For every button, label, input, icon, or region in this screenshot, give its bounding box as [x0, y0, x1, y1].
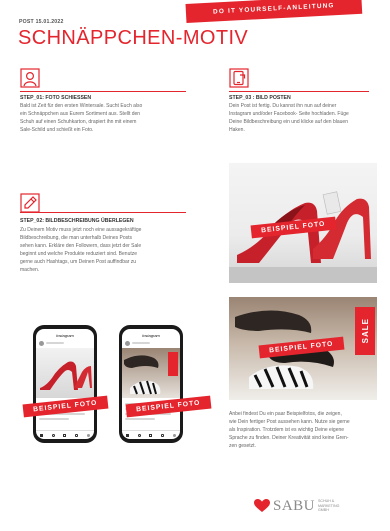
- ig-nav-bar: [122, 430, 180, 439]
- post-photo-1: [36, 348, 94, 398]
- phone-mockup-1: Instagram: [33, 325, 97, 443]
- search-icon[interactable]: [137, 433, 141, 437]
- step-2-body: Zu Deinem Motiv muss jetzt noch eine aus…: [20, 226, 190, 274]
- instagram-title: Instagram: [142, 333, 160, 338]
- ig-row: [125, 418, 155, 420]
- phone-mockup-2: Instagram: [119, 325, 183, 443]
- category-banner: DO IT YOURSELF-ANLEITUNG: [185, 0, 363, 23]
- post-photo-sale-shoes: [124, 352, 178, 395]
- category-banner-text: DO IT YOURSELF-ANLEITUNG: [212, 2, 335, 16]
- footer-text: Anbei findest Du ein paar Beispielfotos,…: [229, 410, 374, 450]
- step-3-line: Instagram und/oder Facebook- Seite hochl…: [229, 111, 349, 117]
- step-2-heading: STEP_02: BILDBESCHREIBUNG ÜBERLEGEN: [20, 218, 134, 224]
- profile-avatar: [39, 341, 44, 346]
- step-1-line: ein Schnäppchen aus Eurem Sortiment aus.…: [20, 111, 141, 117]
- home-icon[interactable]: [40, 433, 44, 437]
- step-1-heading: STEP_01: FOTO SCHIESSEN: [20, 95, 92, 101]
- post-photo-2: [122, 348, 180, 398]
- step-1-line: Bald ist Zeit für den ersten Wintersale.…: [20, 103, 143, 109]
- post-date: POST 15.01.2022: [19, 19, 64, 25]
- sale-tag: SALE: [357, 309, 373, 353]
- step-2-line: sehen kann. Erkläre den Followern, dass …: [20, 243, 142, 249]
- home-icon[interactable]: [126, 433, 130, 437]
- example-photo-red-shoes: BEISPIEL FOTO: [229, 163, 377, 283]
- profile-avatar: [125, 341, 130, 346]
- example-photo-sale-shoes: SALE BEISPIEL FOTO: [229, 297, 377, 400]
- step-3-divider: [229, 91, 369, 92]
- phone-screen-2: Instagram: [122, 329, 180, 439]
- step-3-line: Haken.: [229, 127, 245, 133]
- step-2-line: gerne auch Hashtags, um Deinen Post auff…: [20, 259, 137, 265]
- step-1-line: Sale-Schild und schießt ein Foto.: [20, 127, 94, 133]
- footer-line: Anbei findest Du ein paar Beispielfotos,…: [229, 411, 342, 417]
- heart-icon[interactable]: [161, 433, 165, 437]
- logo-subtitle: SCHUH & MARKETING GMBH: [318, 499, 339, 512]
- step-1-line: Schuh auf einen Schuhkarton, drapiert ih…: [20, 119, 137, 125]
- sabu-logo: SABU SCHUH & MARKETING GMBH: [254, 496, 339, 516]
- step-3-line: Dein Post ist fertig. Du kannst ihn nun …: [229, 103, 337, 109]
- person-icon: [20, 68, 40, 88]
- footer-line: wie Dein fertiger Post aussehen kann. Nu…: [229, 419, 350, 425]
- footer-line: als Inspiration. Trotzdem ist es wichtig…: [229, 427, 345, 433]
- footer-line: zen gesetzt.: [229, 443, 256, 449]
- step-1-divider: [20, 91, 186, 92]
- step-2-line: Bildbeschreibung, die man unterhalb Dein…: [20, 235, 133, 241]
- logo-sub-line: GMBH: [318, 508, 329, 513]
- ig-row: [46, 342, 64, 344]
- ig-row: [39, 418, 69, 420]
- profile-icon[interactable]: [86, 433, 90, 437]
- post-photo-shoes: [40, 361, 92, 390]
- sale-tag-text: SALE: [360, 318, 370, 344]
- step-1-body: Bald ist Zeit für den ersten Wintersale.…: [20, 102, 190, 134]
- step-3-heading: STEP_03 : BILD POSTEN: [229, 95, 291, 101]
- search-icon[interactable]: [51, 433, 55, 437]
- add-post-icon[interactable]: [63, 433, 67, 437]
- step-3-body: Dein Post ist fertig. Du kannst ihn nun …: [229, 102, 379, 134]
- phone-post-icon: [229, 68, 249, 88]
- phone-screen-1: Instagram: [36, 329, 94, 439]
- heart-icon[interactable]: [75, 433, 79, 437]
- step-2-line: machen.: [20, 267, 40, 273]
- add-post-icon[interactable]: [149, 433, 153, 437]
- ig-nav-bar: [36, 430, 94, 439]
- heart-logo-icon: [254, 499, 270, 512]
- step-2-divider: [20, 212, 186, 213]
- ig-row: [132, 342, 150, 344]
- page-title: SCHNÄPPCHEN-MOTIV: [18, 27, 249, 49]
- logo-wordmark: SABU: [273, 497, 316, 514]
- pencil-edit-icon: [20, 193, 40, 213]
- profile-icon[interactable]: [172, 433, 176, 437]
- footer-line: Sprache zu finden. Deiner Kreativität si…: [229, 435, 349, 441]
- instagram-title: Instagram: [56, 333, 74, 338]
- step-2-line: beginnt und welche Produkte reduziert si…: [20, 251, 138, 257]
- step-2-line: Zu Deinem Motiv muss jetzt noch eine aus…: [20, 227, 142, 233]
- step-3-line: Deine Bildbeschreibung ein und klicke au…: [229, 119, 348, 125]
